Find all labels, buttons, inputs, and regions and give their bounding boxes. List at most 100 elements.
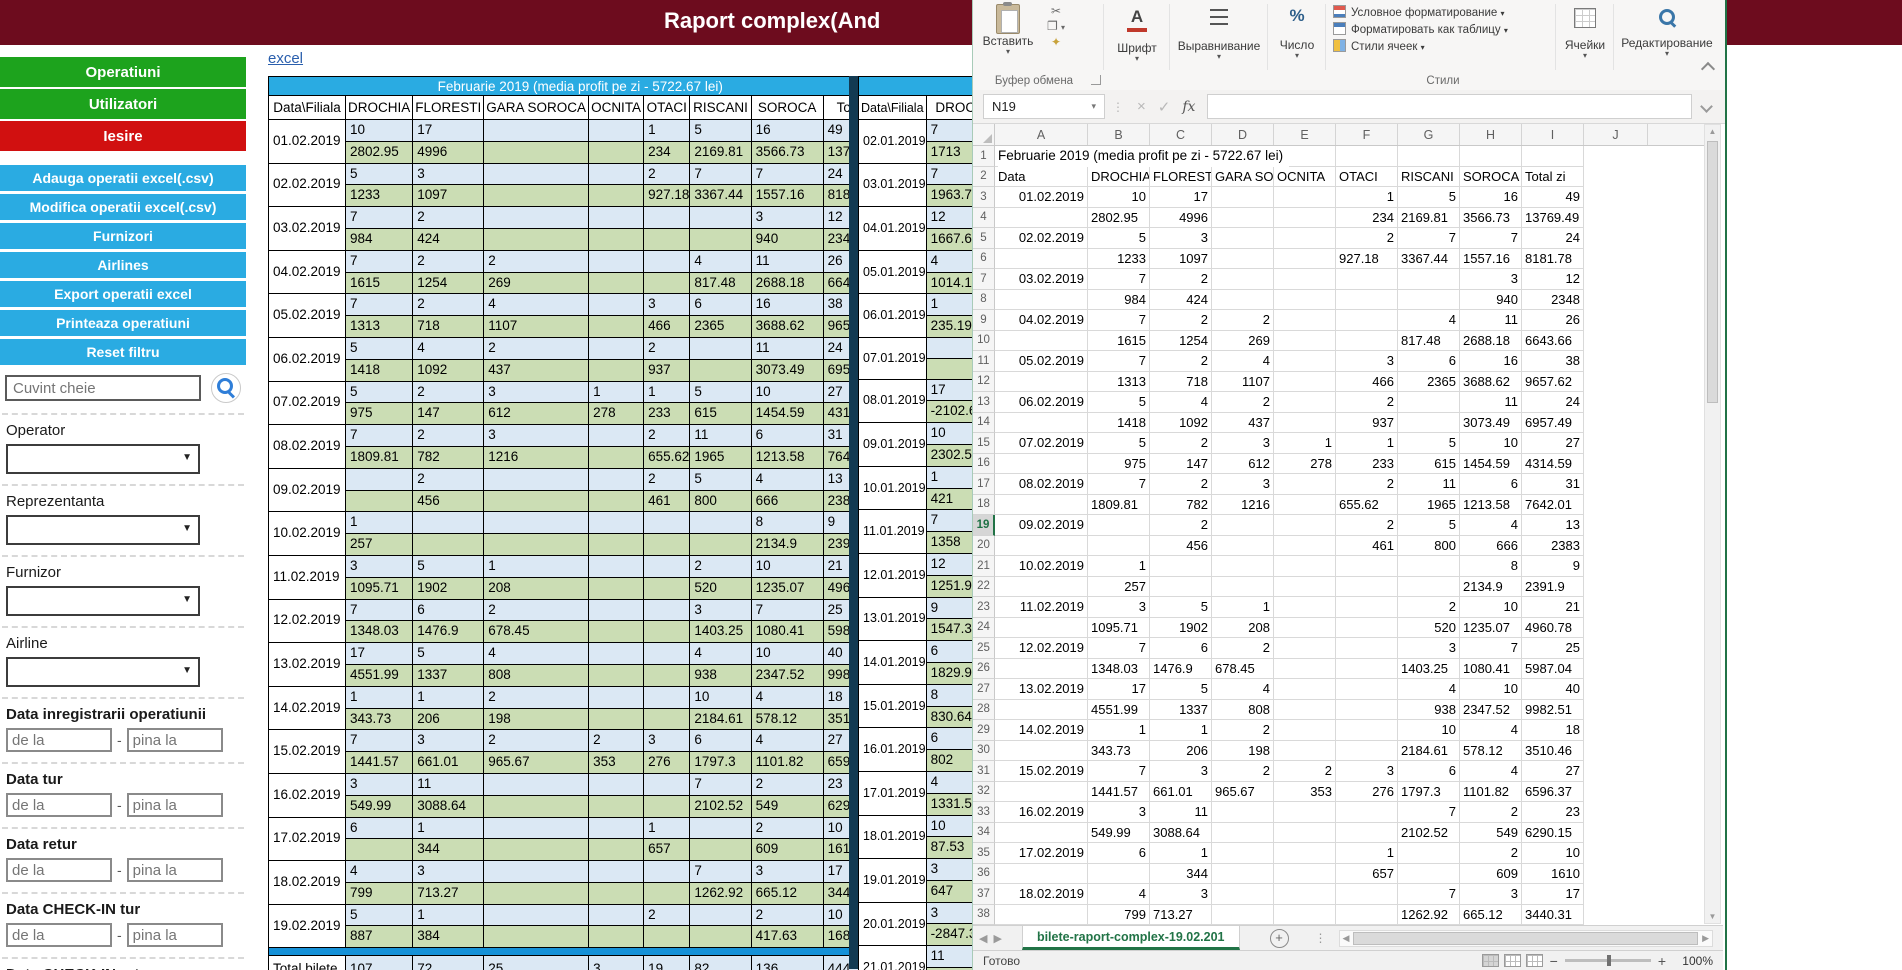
excel-cell[interactable]: 4551.99 xyxy=(1088,700,1150,721)
excel-cell[interactable]: 10 xyxy=(1398,720,1460,741)
excel-cell[interactable] xyxy=(995,413,1088,434)
excel-cell[interactable]: 965.67 xyxy=(1212,782,1274,803)
excel-cell[interactable] xyxy=(1274,249,1336,270)
excel-cell[interactable]: 2 xyxy=(1460,802,1522,823)
excel-cell[interactable]: 11 xyxy=(1460,392,1522,413)
excel-cell[interactable] xyxy=(1398,146,1460,167)
editing-button[interactable]: Редактирование ▾ xyxy=(1617,6,1717,58)
excel-cell[interactable]: 11 xyxy=(1150,802,1212,823)
excel-cell[interactable]: 456 xyxy=(1150,536,1212,557)
excel-cell[interactable]: DROCHIA xyxy=(1088,167,1150,188)
excel-cell[interactable] xyxy=(1274,823,1336,844)
excel-cell[interactable]: FLORESTI xyxy=(1150,167,1212,188)
row-header-13[interactable]: 13 xyxy=(973,392,995,413)
excel-cell[interactable] xyxy=(1212,208,1274,229)
excel-cell[interactable]: 23 xyxy=(1522,802,1584,823)
excel-cell[interactable]: 4 xyxy=(1398,679,1460,700)
excel-cell[interactable] xyxy=(1212,228,1274,249)
excel-cell[interactable]: 1313 xyxy=(1088,372,1150,393)
excel-cell[interactable]: 713.27 xyxy=(1150,905,1212,926)
excel-cell[interactable]: 718 xyxy=(1150,372,1212,393)
date-to-input[interactable] xyxy=(127,923,223,947)
excel-cell[interactable]: 1 xyxy=(1088,720,1150,741)
excel-cell[interactable] xyxy=(995,290,1088,311)
excel-cell[interactable]: 15.02.2019 xyxy=(995,761,1088,782)
row-header-28[interactable]: 28 xyxy=(973,700,995,721)
excel-cell[interactable]: 3088.64 xyxy=(1150,823,1212,844)
sidebar-action-button[interactable]: Reset filtru xyxy=(0,339,246,365)
date-to-input[interactable] xyxy=(127,858,223,882)
row-header-15[interactable]: 15 xyxy=(973,433,995,454)
excel-cell[interactable]: 4 xyxy=(1398,310,1460,331)
excel-cell[interactable]: 26 xyxy=(1522,310,1584,331)
excel-cell[interactable] xyxy=(995,331,1088,352)
excel-cell[interactable] xyxy=(995,208,1088,229)
excel-cell[interactable] xyxy=(1212,823,1274,844)
zoom-slider[interactable] xyxy=(1565,959,1651,962)
excel-cell[interactable]: 5 xyxy=(1398,515,1460,536)
excel-cell[interactable]: 3073.49 xyxy=(1460,413,1522,434)
row-header-12[interactable]: 12 xyxy=(973,372,995,393)
excel-cell[interactable]: 6290.15 xyxy=(1522,823,1584,844)
excel-cell[interactable]: 520 xyxy=(1398,618,1460,639)
copy-icon[interactable]: ❐ ▾ xyxy=(1039,19,1073,35)
excel-cell[interactable] xyxy=(1398,392,1460,413)
excel-cell[interactable] xyxy=(1212,556,1274,577)
excel-cell[interactable]: 424 xyxy=(1150,290,1212,311)
excel-cell[interactable]: 16 xyxy=(1460,351,1522,372)
sidebar-button-operatiuni[interactable]: Operatiuni xyxy=(0,57,246,87)
scroll-left-icon[interactable]: ◀ xyxy=(1340,933,1353,944)
excel-cell[interactable]: 2169.81 xyxy=(1398,208,1460,229)
excel-cell[interactable]: 3 xyxy=(1336,761,1398,782)
excel-cell[interactable]: 3566.73 xyxy=(1460,208,1522,229)
column-header-F[interactable]: F xyxy=(1336,124,1398,145)
excel-export-link[interactable]: excel xyxy=(268,50,303,67)
date-to-input[interactable] xyxy=(127,728,223,752)
excel-cell[interactable] xyxy=(1274,679,1336,700)
excel-cell[interactable]: 5987.04 xyxy=(1522,659,1584,680)
excel-cell[interactable] xyxy=(1274,310,1336,331)
excel-cell[interactable] xyxy=(1212,536,1274,557)
dialog-launcher-icon[interactable] xyxy=(1091,75,1101,85)
excel-cell[interactable]: 2 xyxy=(1150,310,1212,331)
excel-cell[interactable]: 06.02.2019 xyxy=(995,392,1088,413)
row-header-10[interactable]: 10 xyxy=(973,331,995,352)
row-header-6[interactable]: 6 xyxy=(973,249,995,270)
row-header-8[interactable]: 8 xyxy=(973,290,995,311)
scroll-up-icon[interactable]: ▲ xyxy=(1705,127,1720,136)
page-break-view-icon[interactable] xyxy=(1526,954,1543,967)
excel-cell[interactable]: 27 xyxy=(1522,761,1584,782)
excel-cell[interactable]: 4 xyxy=(1150,392,1212,413)
expand-formula-bar-icon[interactable] xyxy=(1700,100,1713,113)
add-sheet-button[interactable]: + xyxy=(1270,929,1289,948)
excel-cell[interactable]: 6 xyxy=(1150,638,1212,659)
excel-cell[interactable] xyxy=(1336,700,1398,721)
excel-cell[interactable]: 6 xyxy=(1398,761,1460,782)
excel-cell[interactable]: 3 xyxy=(1150,884,1212,905)
excel-cell[interactable]: 2134.9 xyxy=(1460,577,1522,598)
excel-cell[interactable]: 17 xyxy=(1150,187,1212,208)
sidebar-button-iesire[interactable]: Iesire xyxy=(0,121,246,151)
excel-cell[interactable] xyxy=(1398,413,1460,434)
excel-cell[interactable]: 233 xyxy=(1336,454,1398,475)
excel-cell[interactable]: 2 xyxy=(1150,515,1212,536)
excel-cell[interactable]: 353 xyxy=(1274,782,1336,803)
excel-cell[interactable]: 799 xyxy=(1088,905,1150,926)
excel-cell[interactable]: 10 xyxy=(1460,597,1522,618)
row-header-7[interactable]: 7 xyxy=(973,269,995,290)
excel-cell[interactable]: 2391.9 xyxy=(1522,577,1584,598)
filter-select-reprezentanta[interactable]: ▼ xyxy=(6,515,200,545)
date-from-input[interactable] xyxy=(6,923,112,947)
tabbar-splitter-icon[interactable]: ⋮ xyxy=(1315,931,1327,945)
excel-cell[interactable] xyxy=(995,372,1088,393)
row-header-32[interactable]: 32 xyxy=(973,782,995,803)
excel-cell[interactable] xyxy=(1274,843,1336,864)
row-header-9[interactable]: 9 xyxy=(973,310,995,331)
formula-input[interactable] xyxy=(1207,94,1692,119)
normal-view-icon[interactable] xyxy=(1482,954,1499,967)
column-header-C[interactable]: C xyxy=(1150,124,1212,145)
excel-cell[interactable]: 3 xyxy=(1460,884,1522,905)
zoom-in-icon[interactable]: + xyxy=(1658,953,1666,969)
excel-cell[interactable] xyxy=(1274,269,1336,290)
excel-cell[interactable] xyxy=(1212,864,1274,885)
